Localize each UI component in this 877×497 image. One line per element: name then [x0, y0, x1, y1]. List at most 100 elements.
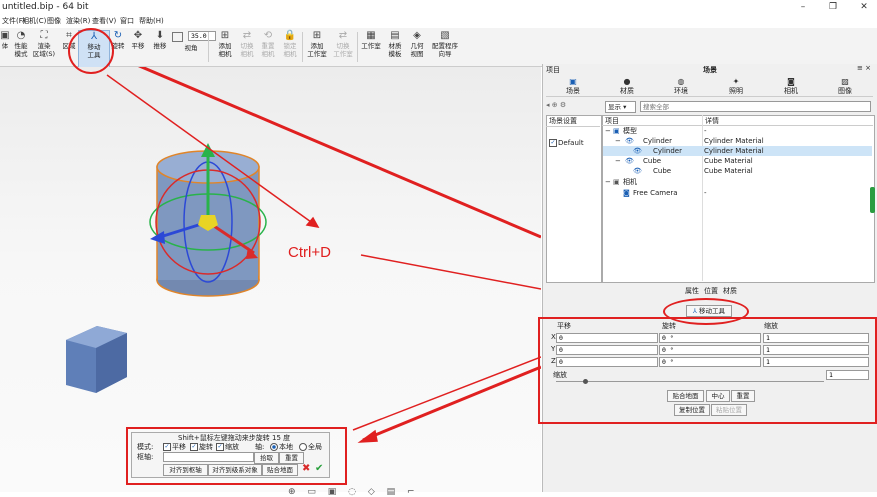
tab-image[interactable]: ▨ 图像: [820, 77, 870, 96]
panel-move-tool-button[interactable]: ⅄ 移动工具: [686, 305, 732, 317]
tree-row-cube-group[interactable]: − 👁 Cube Cube Material: [603, 156, 872, 166]
menu-help[interactable]: 帮助(H): [139, 16, 164, 26]
tab-material[interactable]: ● 材质: [602, 77, 652, 96]
environment-icon: ◍: [677, 77, 685, 86]
panel-header-project: 项目: [546, 66, 560, 74]
gauge-icon: ◔: [16, 30, 26, 41]
mode-translate-checkbox[interactable]: ✓ 平移: [163, 442, 186, 452]
pivot-input[interactable]: [163, 452, 254, 462]
scale-x-input[interactable]: [763, 333, 869, 343]
camera-icon: ◙: [623, 189, 630, 197]
axis-local-radio[interactable]: 本地: [270, 442, 293, 452]
rotate-y-input[interactable]: [659, 345, 761, 355]
tree-row-cube-mesh[interactable]: 👁 Cube Cube Material: [603, 166, 872, 176]
add-studio-button[interactable]: ⊞ 添加 工作室: [303, 30, 331, 66]
tree-row-cylinder-group[interactable]: − 👁 Cylinder Cylinder Material: [603, 136, 872, 146]
dolly-icon: ⬇: [155, 30, 165, 41]
switch-studio-button[interactable]: ⇄ 切换 工作室: [329, 30, 357, 66]
snap-to-ground-button[interactable]: 贴合地面: [262, 464, 298, 476]
maximize-button[interactable]: ❐: [825, 1, 841, 14]
mode-rotate-checkbox[interactable]: ✓ 旋转: [190, 442, 213, 452]
lock-icon: 🔒: [283, 30, 297, 41]
tree-row-free-camera[interactable]: ◙ Free Camera -: [603, 188, 872, 198]
tree-row-models[interactable]: − ▣ 模型 -: [603, 126, 872, 136]
camera-add-icon: ⊞: [220, 30, 230, 41]
align-to-object-button[interactable]: 对齐到级系对象: [208, 464, 262, 476]
studio-add-icon: ⊞: [312, 30, 322, 41]
menu-camera[interactable]: 相机(C): [22, 16, 46, 26]
tab-camera[interactable]: ◙ 相机: [766, 77, 816, 96]
mode-label: 模式:: [137, 443, 154, 451]
center-button[interactable]: 中心: [706, 390, 730, 402]
tab-environment[interactable]: ◍ 环境: [656, 77, 706, 96]
eye-icon: 👁: [633, 167, 642, 175]
translate-x-input[interactable]: [556, 333, 658, 343]
pan-icon: ✥: [133, 30, 143, 41]
uniform-scale-slider-handle[interactable]: [583, 379, 588, 384]
lock-camera-button[interactable]: 🔒 锁定 相机: [275, 30, 305, 66]
cube-object: [66, 326, 127, 393]
eye-icon: 👁: [625, 157, 634, 165]
rotate-z-input[interactable]: [659, 357, 761, 367]
scene-settings-label: 场景设置: [549, 117, 577, 125]
wizard-icon: ▧: [440, 30, 450, 41]
axis-label: 轴:: [255, 443, 265, 451]
translate-z-input[interactable]: [556, 357, 658, 367]
snap-ground-button[interactable]: 贴合地面: [667, 390, 704, 402]
copy-position-button[interactable]: 复制位置: [674, 404, 710, 416]
dolly-button[interactable]: ⬇ 推移: [145, 30, 175, 66]
mode-scale-checkbox[interactable]: ✓ 缩放: [216, 442, 239, 452]
scale-y-input[interactable]: [763, 345, 869, 355]
tab-scene[interactable]: ▣ 场景: [548, 77, 598, 96]
image-icon: ▨: [841, 77, 849, 86]
tree-row-cameras[interactable]: − ▣ 相机: [603, 177, 872, 187]
menu-image[interactable]: 图像: [47, 16, 61, 26]
tab-divider: [546, 96, 873, 97]
fov-icon: [172, 32, 183, 42]
tree-row-cylinder-mesh[interactable]: 👁 Cylinder Cylinder Material: [603, 146, 872, 156]
paste-position-button[interactable]: 粘贴位置: [711, 404, 747, 416]
reset-pivot-button[interactable]: 重置: [279, 452, 304, 464]
subtab-material[interactable]: 材质: [723, 286, 737, 296]
shortcut-annotation: Ctrl+D: [288, 244, 331, 261]
studio-icon: ▦: [366, 30, 376, 41]
close-button[interactable]: ✕: [856, 1, 872, 14]
display-dropdown[interactable]: 显示 ▾: [605, 101, 636, 113]
scale-z-input[interactable]: [763, 357, 869, 367]
material-icon: ●: [623, 77, 631, 86]
title-bar: [0, 0, 877, 15]
view-angle-button[interactable]: 视角: [176, 44, 206, 64]
toolbar-icons-row[interactable]: ◂ ⊕ ⚙: [546, 101, 566, 109]
eye-icon: 👁: [633, 147, 642, 155]
translate-y-input[interactable]: [556, 345, 658, 355]
minimize-button[interactable]: –: [795, 1, 811, 14]
subtab-properties[interactable]: 属性: [685, 286, 699, 296]
bottom-dock-icons[interactable]: ⊕ ▭ ▣ ◌ ◇ ▤ ⌐: [288, 484, 415, 497]
panel-header-scene: 场景: [703, 66, 717, 74]
uniform-scale-label: 缩放: [553, 371, 567, 379]
panel-pin-icon[interactable]: ≡ ×: [857, 64, 871, 72]
reset-transform-button[interactable]: 重置: [731, 390, 755, 402]
configurator-wizard-button[interactable]: ▧ 配置程序 向导: [427, 30, 463, 66]
camera-switch-icon: ⇄: [242, 30, 252, 41]
menu-window[interactable]: 窗口: [120, 16, 134, 26]
camera-folder-icon: ▣: [613, 178, 620, 186]
align-to-pivot-button[interactable]: 对齐到枢轴: [163, 464, 208, 476]
confirm-icon[interactable]: ✔: [315, 464, 325, 474]
eye-icon: 👁: [625, 137, 634, 145]
tab-lighting[interactable]: ✦ 照明: [711, 77, 761, 96]
search-input[interactable]: [640, 101, 871, 112]
rotate-x-input[interactable]: [659, 333, 761, 343]
axis-global-radio[interactable]: 全局: [299, 442, 322, 452]
cancel-icon[interactable]: ✖: [302, 464, 312, 474]
subtab-position[interactable]: 位置: [704, 286, 718, 296]
default-settings-item[interactable]: ✓ Default: [549, 139, 584, 147]
uniform-scale-slider-track[interactable]: [556, 381, 824, 382]
uniform-scale-input[interactable]: [826, 370, 869, 380]
menu-view[interactable]: 查看(V): [92, 16, 116, 26]
pick-pivot-button[interactable]: 拾取: [254, 452, 279, 464]
scrollbar-handle[interactable]: [870, 187, 875, 213]
menu-render[interactable]: 渲染(R): [66, 16, 90, 26]
divider: [546, 126, 600, 127]
rotate-label: 旋转: [662, 322, 676, 330]
